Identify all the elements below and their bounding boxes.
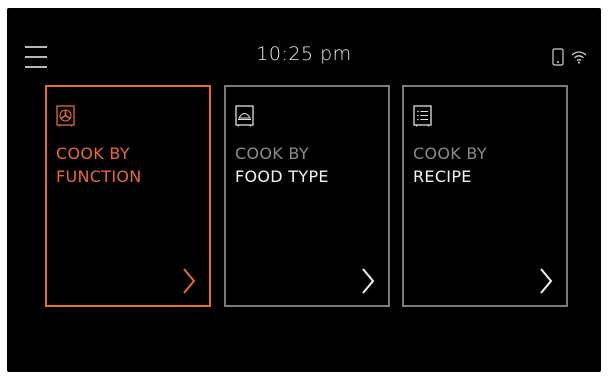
clock-time: 10:25 pm [256,43,352,65]
card-label-line2: RECIPE [413,167,472,186]
menu-line-bottom [25,66,47,68]
phone-icon [552,48,564,66]
oven-display-screen: 10:25 pm COOK BY FUNCTION COOK BY FOOD T… [7,8,601,372]
cook-by-food-type-card[interactable]: COOK BY FOOD TYPE [224,85,390,307]
card-label-line1: COOK BY [413,144,487,163]
card-label-line2: FOOD TYPE [235,167,329,186]
card-label-line1: COOK BY [235,144,309,163]
cook-by-function-card[interactable]: COOK BY FUNCTION [45,85,211,307]
food-type-icon [235,105,254,127]
cook-by-recipe-card[interactable]: COOK BY RECIPE [402,85,568,307]
recipe-list-icon [413,105,432,127]
chevron-right-icon [540,268,553,294]
chevron-right-icon [183,268,196,294]
chevron-right-icon [362,268,375,294]
fan-function-icon [56,105,75,127]
card-label-line2: FUNCTION [56,167,142,186]
card-label-line1: COOK BY [56,144,130,163]
wifi-icon [571,51,587,64]
